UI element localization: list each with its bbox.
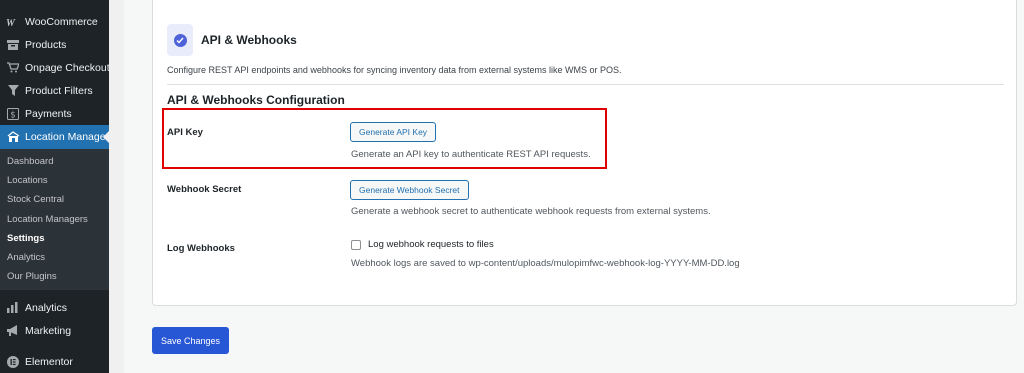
- bar-chart-icon: [6, 301, 20, 315]
- filter-icon: [6, 84, 20, 98]
- log-webhooks-help: Webhook logs are saved to wp-content/upl…: [351, 258, 740, 269]
- section-title: API & Webhooks Configuration: [167, 93, 345, 107]
- sidebar-item-label: Product Filters: [25, 84, 93, 97]
- generate-webhook-secret-button[interactable]: Generate Webhook Secret: [350, 180, 469, 200]
- sidebar-item-marketing[interactable]: Marketing: [0, 319, 109, 342]
- card-title: API & Webhooks: [201, 33, 297, 47]
- api-key-label: API Key: [167, 127, 203, 138]
- submenu-item-dashboard[interactable]: Dashboard: [0, 152, 109, 171]
- woo-icon: W: [6, 15, 20, 29]
- webhook-secret-label: Webhook Secret: [167, 184, 242, 195]
- sidebar-item-label: WooCommerce: [25, 15, 98, 28]
- sidebar-item-label: Marketing: [25, 324, 72, 337]
- sidebar-item-product-filters[interactable]: Product Filters: [0, 79, 109, 102]
- cart-icon: [6, 61, 20, 75]
- sidebar-item-analytics[interactable]: Analytics: [0, 296, 109, 319]
- submenu-item-analytics[interactable]: Analytics: [0, 248, 109, 267]
- settings-card: API & Webhooks Configure REST API endpoi…: [152, 0, 1017, 306]
- submenu-item-location-managers[interactable]: Location Managers: [0, 210, 109, 229]
- sidebar-item-label: Onpage Checkout: [25, 61, 110, 74]
- archive-icon: [6, 38, 20, 52]
- content-gutter: [109, 0, 124, 373]
- webhook-secret-help: Generate a webhook secret to authenticat…: [351, 206, 711, 217]
- svg-text:$: $: [10, 110, 15, 120]
- store-icon: [6, 130, 20, 144]
- api-key-help: Generate an API key to authenticate REST…: [351, 149, 591, 160]
- log-webhooks-label: Log Webhooks: [167, 243, 235, 254]
- check-circle-icon: [173, 33, 187, 47]
- submenu-item-stock-central[interactable]: Stock Central: [0, 190, 109, 209]
- sidebar-item-onpage-checkout[interactable]: Onpage Checkout: [0, 56, 110, 79]
- dollar-icon: $: [6, 107, 20, 121]
- sidebar-item-label: Products: [25, 38, 67, 51]
- sidebar-item-label: Payments: [25, 107, 72, 120]
- log-webhooks-checkbox-label[interactable]: Log webhook requests to files: [368, 239, 494, 250]
- location-manage-submenu: Dashboard Locations Stock Central Locati…: [0, 149, 109, 291]
- submenu-item-settings[interactable]: Settings: [0, 229, 109, 248]
- sidebar-item-products[interactable]: Products: [0, 33, 109, 56]
- generate-api-key-button[interactable]: Generate API Key: [350, 122, 437, 142]
- submenu-item-locations[interactable]: Locations: [0, 171, 109, 190]
- sidebar-item-payments[interactable]: $ Payments: [0, 102, 109, 125]
- card-header: API & Webhooks: [167, 24, 297, 56]
- svg-text:W: W: [6, 18, 16, 27]
- sidebar-item-elementor[interactable]: Elementor: [0, 350, 109, 373]
- main-content: API & Webhooks Configure REST API endpoi…: [124, 0, 1024, 373]
- sidebar-item-location-manage[interactable]: Location Manage: [0, 125, 110, 149]
- submenu-item-our-plugins[interactable]: Our Plugins: [0, 267, 109, 286]
- card-description: Configure REST API endpoints and webhook…: [167, 65, 622, 75]
- elementor-icon: [6, 355, 20, 369]
- save-changes-button[interactable]: Save Changes: [152, 327, 229, 354]
- megaphone-icon: [6, 324, 20, 338]
- divider: [167, 84, 1004, 85]
- sidebar-item-woocommerce[interactable]: W WooCommerce: [0, 10, 109, 33]
- log-webhooks-checkbox[interactable]: [351, 240, 361, 250]
- admin-sidebar: W WooCommerce Products Onpage Checkout P…: [0, 0, 110, 373]
- sidebar-item-label: Elementor: [25, 355, 73, 368]
- header-icon-wrap: [167, 24, 193, 56]
- sidebar-item-label: Analytics: [25, 301, 68, 314]
- sidebar-item-label: Location Manage: [25, 131, 106, 143]
